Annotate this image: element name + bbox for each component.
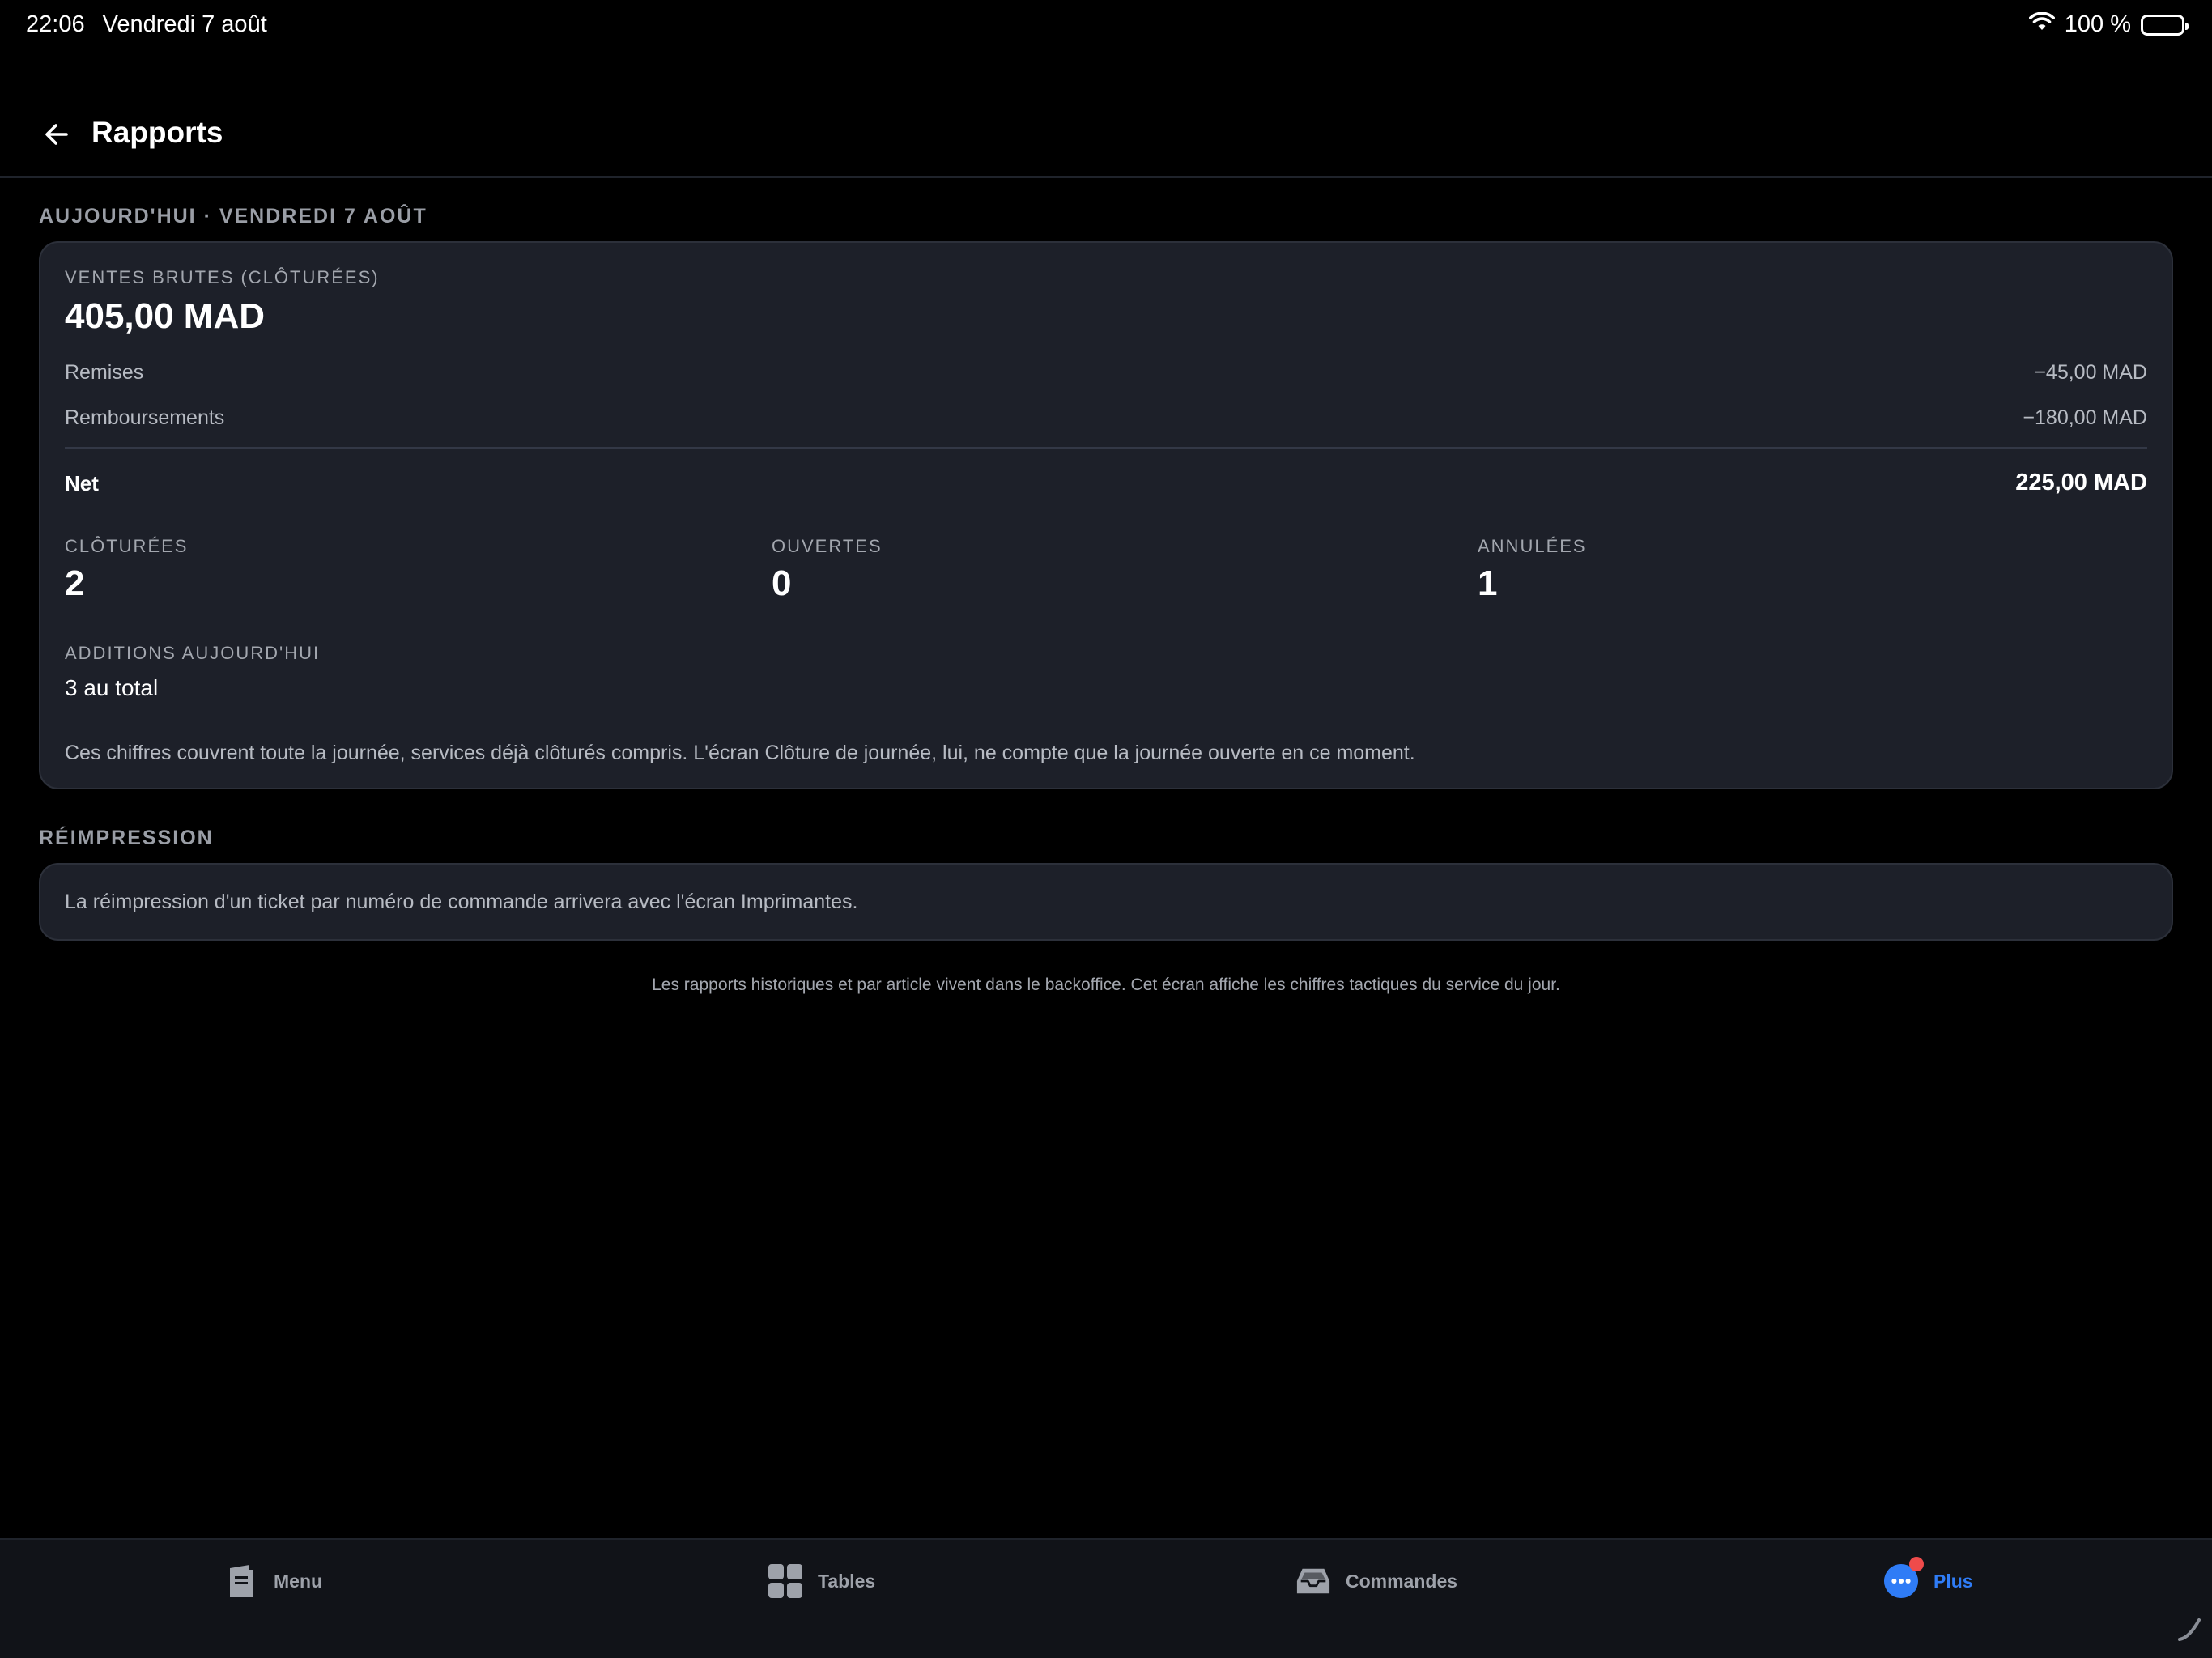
stat-closed-label: CLÔTURÉES [65,536,189,556]
divider [65,447,2147,449]
today-note: Ces chiffres couvrent toute la journée, … [65,742,1415,764]
notification-badge [1909,1557,1924,1571]
arrow-left-icon [45,124,68,145]
gross-sales-label: VENTES BRUTES (CLÔTURÉES) [65,267,380,287]
refunds-label: Remboursements [65,406,225,429]
corner-grabber-icon [2176,1615,2204,1647]
today-summary-card: VENTES BRUTES (CLÔTURÉES) 405,00 MAD Rem… [39,241,2173,789]
stat-closed-value: 2 [65,563,85,603]
menu-book-icon [223,1563,259,1599]
status-time: 22:06 [26,11,85,37]
footer-note: Les rapports historiques et par article … [652,976,1560,994]
page-title: Rapports [91,116,223,149]
tab-menu-label: Menu [274,1570,323,1592]
reprint-text: La réimpression d'un ticket par numéro d… [65,891,858,913]
today-section-label: AUJOURD'HUI · VENDREDI 7 AOÛT [39,205,428,227]
battery-percent: 100 % [2064,11,2131,37]
stat-open-label: OUVERTES [772,536,883,556]
discounts-label: Remises [65,361,144,384]
tab-bar: Menu Tables Commandes Plus [0,1538,2212,1658]
tab-tables[interactable]: Tables [768,1561,875,1601]
net-value: 225,00 MAD [2015,470,2147,495]
refunds-value: −180,00 MAD [2023,406,2147,429]
additions-value: 3 au total [65,675,159,700]
more-dots-icon [1883,1557,1924,1599]
tab-commandes[interactable]: Commandes [1295,1561,1457,1601]
net-label: Net [65,471,99,495]
reprint-section-label: RÉIMPRESSION [39,827,214,849]
stat-cancelled-label: ANNULÉES [1478,536,1587,556]
discounts-value: −45,00 MAD [2034,361,2147,384]
stat-open-value: 0 [772,563,792,603]
status-bar-right: 100 % [2028,11,2189,38]
tab-menu[interactable]: Menu [223,1561,322,1601]
tab-plus[interactable]: Plus [1883,1557,1973,1601]
status-date: Vendredi 7 août [102,11,267,37]
stat-cancelled-value: 1 [1478,563,1498,603]
orders-tray-icon [1295,1563,1331,1599]
tab-plus-label: Plus [1933,1570,1973,1592]
tab-tables-label: Tables [818,1570,876,1592]
wifi-icon [2028,11,2055,38]
tables-grid-icon [768,1563,803,1599]
gross-sales-amount: 405,00 MAD [65,296,266,336]
back-button[interactable] [39,117,74,152]
tab-commandes-label: Commandes [1346,1570,1458,1592]
additions-label: ADDITIONS AUJOURD'HUI [65,643,321,663]
reprint-card: La réimpression d'un ticket par numéro d… [39,863,2173,941]
page-header: Rapports [0,89,2212,178]
status-bar-left: 22:06 Vendredi 7 août [26,11,267,38]
battery-icon [2141,14,2189,36]
